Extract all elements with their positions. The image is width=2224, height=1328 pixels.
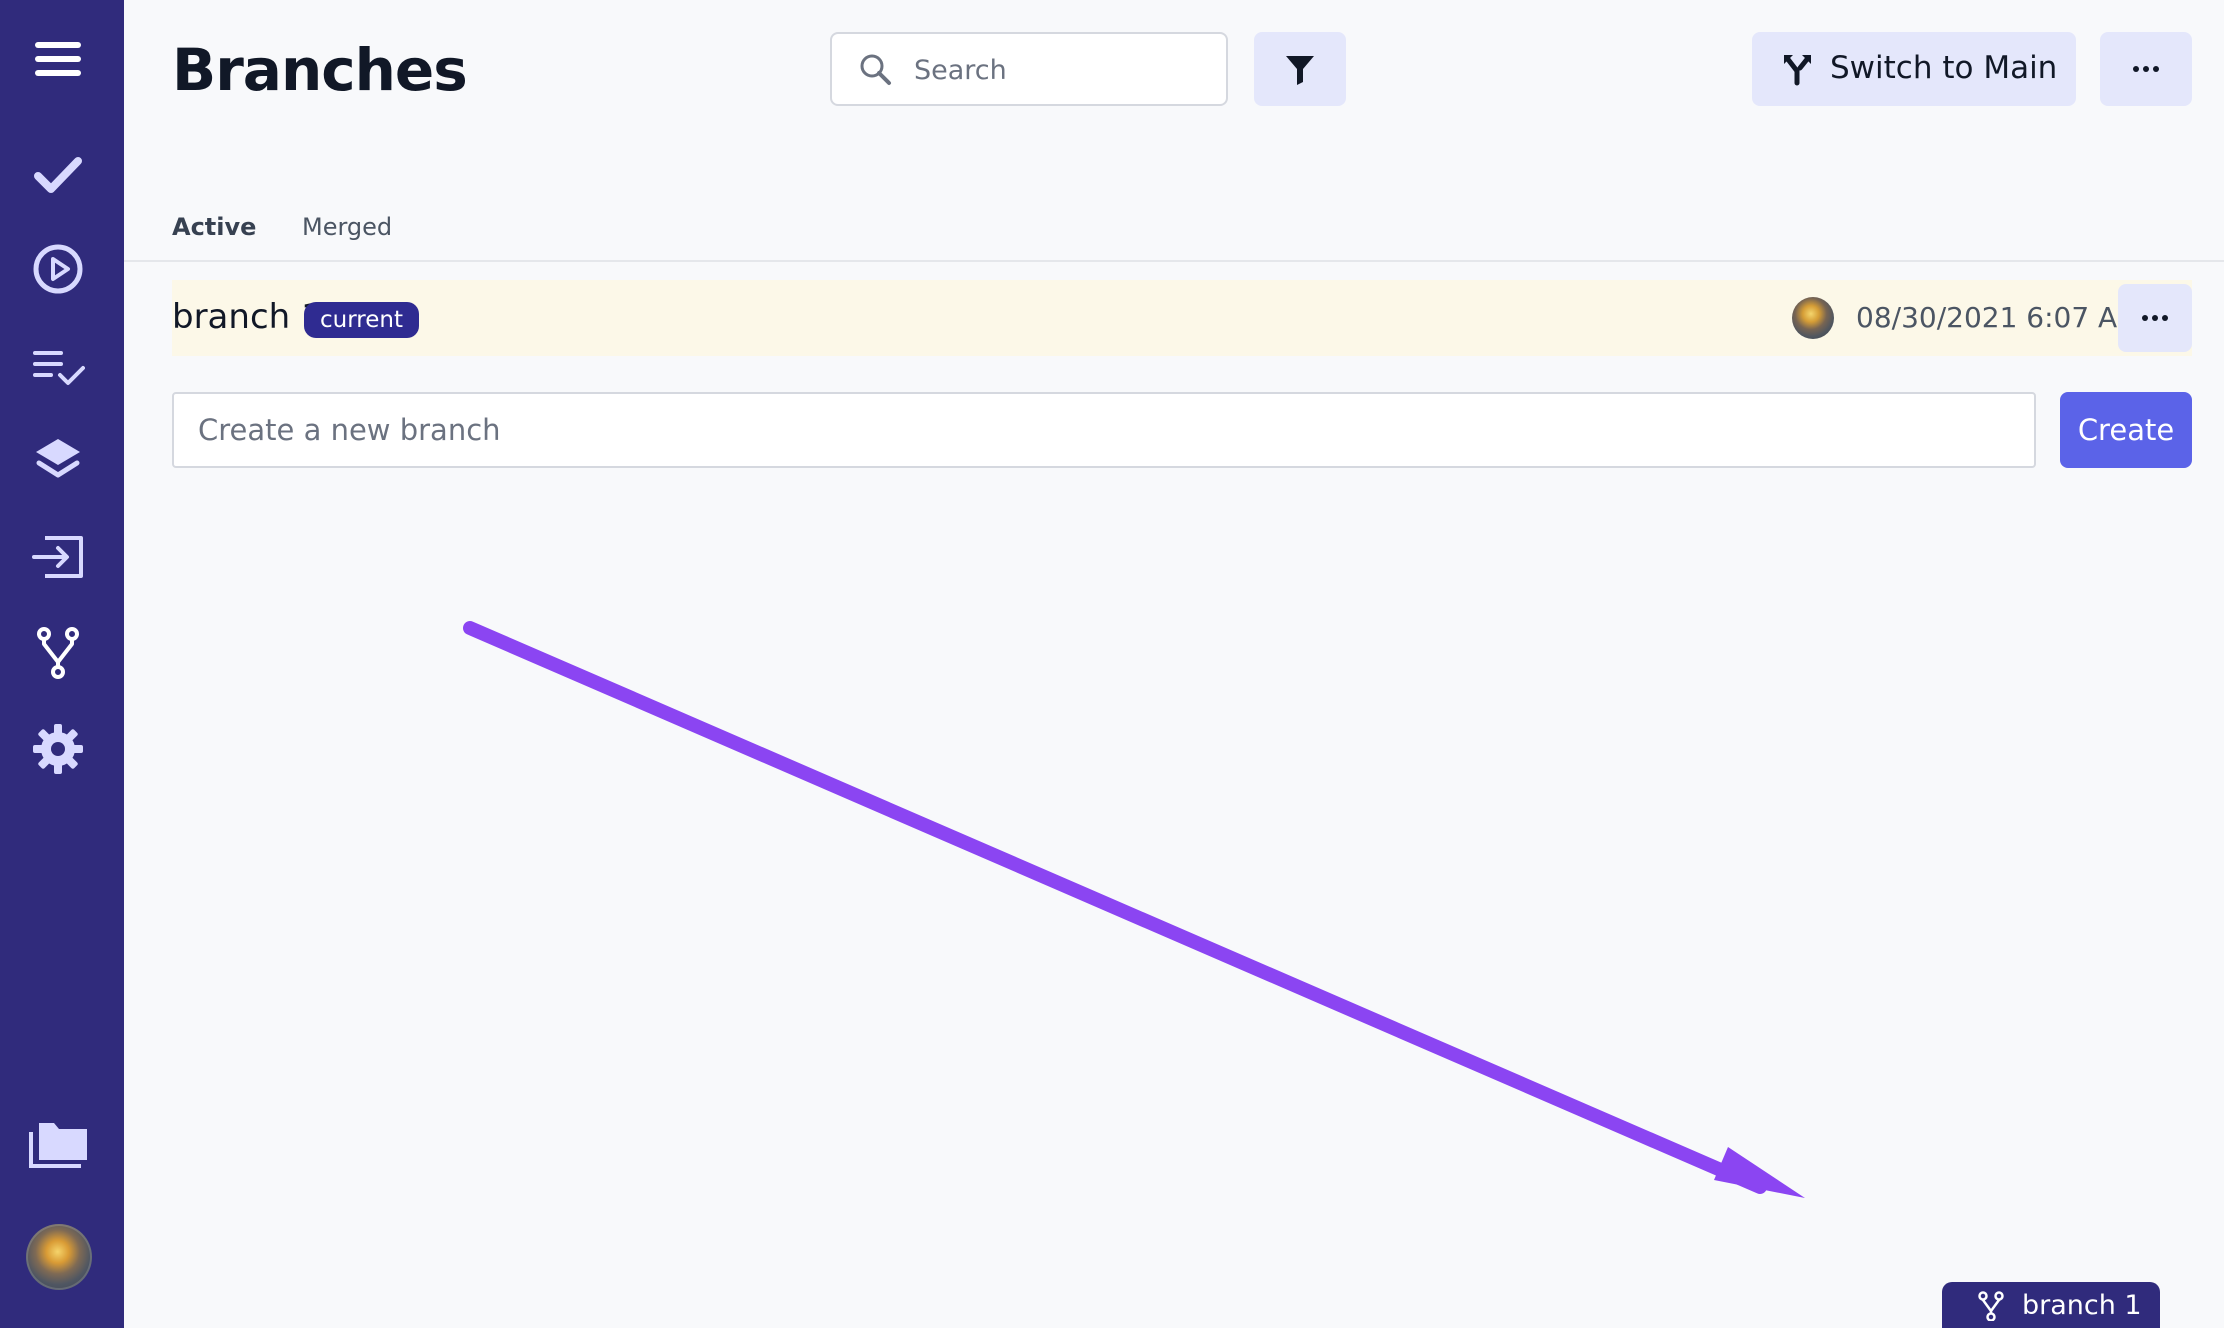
more-options-button[interactable]: [2100, 32, 2192, 106]
import-icon[interactable]: [27, 526, 89, 588]
search-icon: [860, 54, 891, 85]
layers-icon[interactable]: [27, 430, 89, 492]
branch-date: 08/30/2021 6:07 AM: [1856, 301, 2142, 334]
search-box[interactable]: [830, 32, 1228, 106]
switch-to-main-label: Switch to Main: [1830, 50, 2058, 86]
settings-icon[interactable]: [27, 718, 89, 780]
tab-divider: [124, 260, 2224, 262]
play-circle-icon[interactable]: [27, 238, 89, 300]
sidebar: [0, 0, 124, 1328]
new-branch-input[interactable]: [172, 392, 2036, 468]
create-branch-button[interactable]: Create: [2060, 392, 2192, 468]
switch-to-main-button[interactable]: Switch to Main: [1752, 32, 2076, 106]
ellipsis-icon: [2133, 66, 2159, 72]
annotation-arrow: [463, 621, 1805, 1198]
page-title: Branches: [172, 36, 468, 104]
check-icon[interactable]: [27, 144, 89, 206]
filter-icon: [1286, 56, 1314, 85]
tab-merged[interactable]: Merged: [302, 207, 392, 247]
filter-button[interactable]: [1254, 32, 1346, 106]
switch-branch-icon: [1784, 55, 1811, 86]
branch-icon: [1978, 1291, 2004, 1321]
checklist-icon[interactable]: [27, 336, 89, 398]
branch-icon[interactable]: [27, 622, 89, 684]
menu-icon[interactable]: [27, 28, 89, 90]
branch-more-button[interactable]: [2118, 284, 2192, 352]
current-branch-status[interactable]: branch 1: [1942, 1282, 2160, 1328]
tab-active[interactable]: Active: [172, 207, 256, 247]
current-badge: current: [304, 302, 419, 338]
user-avatar[interactable]: [26, 1224, 92, 1290]
branch-name[interactable]: branch 1: [172, 295, 323, 339]
ellipsis-icon: [2142, 315, 2168, 321]
branch-row[interactable]: branch 1 current 08/30/2021 6:07 AM: [172, 280, 2192, 356]
current-branch-label: branch 1: [2022, 1290, 2142, 1321]
folders-icon[interactable]: [27, 1114, 89, 1176]
branch-author-avatar: [1792, 297, 1834, 339]
search-input[interactable]: [912, 49, 1206, 91]
